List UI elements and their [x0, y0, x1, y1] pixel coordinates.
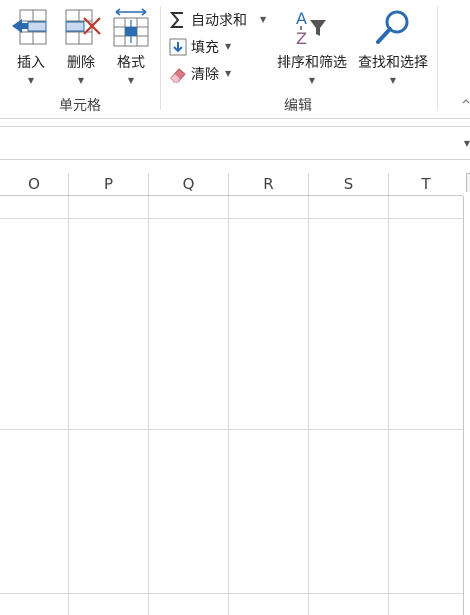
sigma-icon: [169, 12, 183, 28]
find-select-button[interactable]: 查找和选择 ▼: [354, 6, 432, 92]
column-header-s[interactable]: S: [309, 173, 389, 195]
svg-text:Z: Z: [296, 29, 307, 48]
autosum-label: 自动求和: [191, 13, 247, 29]
fill-label: 填充: [191, 40, 219, 56]
grid-line: [68, 196, 69, 615]
insert-label: 插入: [17, 55, 45, 71]
magnifier-icon: [376, 10, 409, 44]
chevron-down-icon: ▼: [225, 42, 232, 51]
grid-line: [388, 196, 389, 615]
grid-line: [0, 593, 463, 594]
delete-button[interactable]: 删除 ▼: [58, 6, 104, 92]
grid-line: [0, 218, 463, 219]
find-select-label: 查找和选择: [358, 55, 428, 71]
chevron-down-icon: ▼: [225, 69, 232, 78]
chevron-down-icon: ▼: [308, 76, 316, 85]
editing-group-label: 编辑: [284, 98, 312, 114]
grid-line: [148, 196, 149, 615]
column-header-q[interactable]: Q: [149, 173, 229, 195]
cell-grid[interactable]: [0, 196, 464, 615]
svg-text:A: A: [296, 9, 307, 28]
column-headers: O P Q R S T: [0, 173, 463, 196]
autosum-button[interactable]: 自动求和 ▼: [168, 9, 270, 31]
insert-cells-icon: [12, 9, 47, 45]
eraser-icon: [170, 68, 186, 83]
fill-button[interactable]: 填充 ▼: [168, 36, 234, 58]
expand-formula-bar-icon[interactable]: ▼: [464, 139, 470, 148]
chevron-down-icon: ▼: [27, 76, 35, 85]
scrollbar-top[interactable]: [466, 173, 470, 192]
column-header-o[interactable]: O: [0, 173, 69, 195]
grid-line: [228, 196, 229, 615]
format-label: 格式: [117, 55, 145, 71]
chevron-down-icon: ▼: [389, 76, 397, 85]
group-divider: [437, 6, 438, 110]
column-header-t[interactable]: T: [389, 173, 463, 195]
column-header-r[interactable]: R: [229, 173, 309, 195]
clear-label: 清除: [191, 67, 219, 83]
chevron-down-icon: ▼: [127, 76, 135, 85]
insert-button[interactable]: 插入 ▼: [8, 6, 54, 92]
format-cells-icon: [113, 8, 149, 47]
sort-filter-button[interactable]: A Z 排序和筛选 ▼: [272, 6, 352, 92]
fill-down-icon: [169, 38, 187, 56]
grid-line: [0, 429, 463, 430]
delete-cells-icon: [65, 9, 101, 45]
chevron-down-icon: ▼: [260, 15, 267, 24]
collapse-ribbon-icon[interactable]: [460, 96, 470, 106]
sort-filter-label: 排序和筛选: [277, 55, 347, 71]
column-header-p[interactable]: P: [69, 173, 149, 195]
group-divider: [160, 6, 161, 110]
formula-bar[interactable]: ▼: [0, 126, 470, 160]
cells-group-label: 单元格: [59, 98, 101, 114]
delete-label: 删除: [67, 55, 95, 71]
format-button[interactable]: 格式 ▼: [108, 6, 154, 92]
ribbon: 插入 ▼ 删除 ▼ 格式 ▼ 单元格 自动求和 ▼ 填充 ▼ 清除 ▼ A Z …: [0, 0, 470, 119]
clear-button[interactable]: 清除 ▼: [168, 63, 234, 85]
sort-filter-icon: A Z: [296, 9, 326, 48]
grid-line: [308, 196, 309, 615]
chevron-down-icon: ▼: [77, 76, 85, 85]
